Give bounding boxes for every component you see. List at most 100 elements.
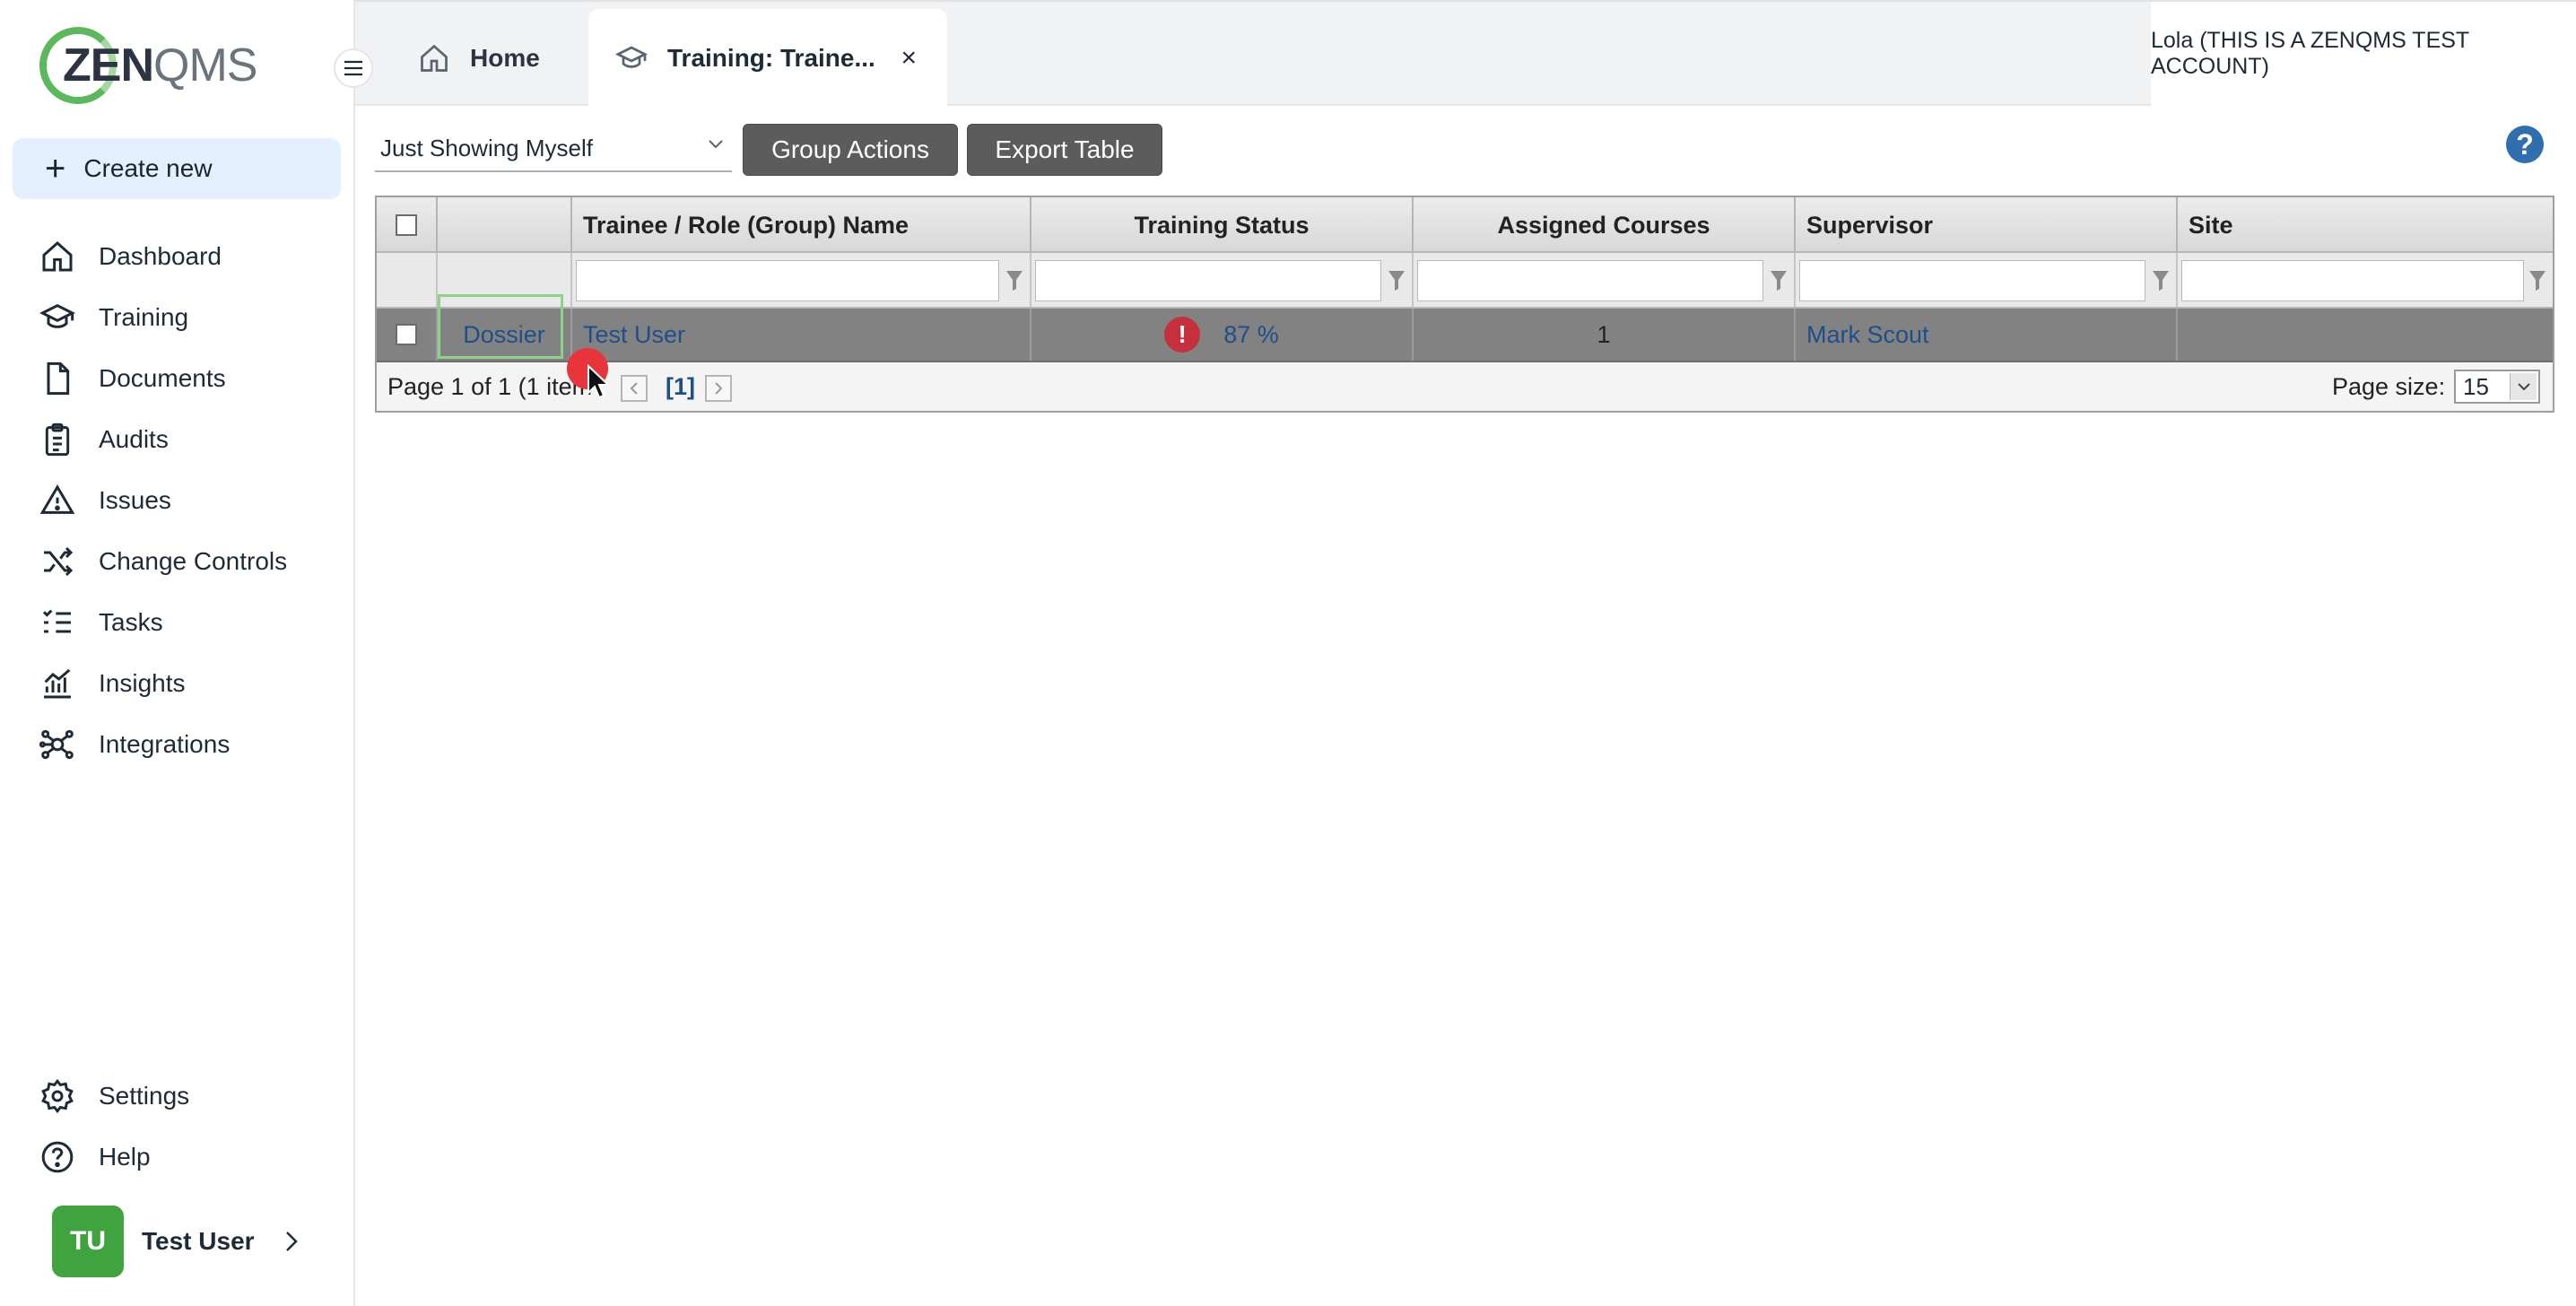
tab-home[interactable]: Home	[418, 9, 540, 108]
network-icon	[39, 729, 74, 760]
table-row[interactable]: Dossier Test User ! 87 % 1 Mark Scout	[377, 309, 2553, 362]
trainee-name-link[interactable]: Test User	[583, 321, 685, 349]
account-label[interactable]: Lola (THIS IS A ZENQMS TEST ACCOUNT)	[2151, 2, 2576, 106]
filter-cell-site	[2178, 253, 2553, 307]
sidebar-item-label: Audits	[99, 425, 169, 453]
sidebar-item-label: Documents	[99, 364, 226, 392]
plus-icon: +	[45, 149, 66, 188]
sidebar-item-integrations[interactable]: Integrations	[0, 714, 353, 775]
sidebar-item-change-controls[interactable]: Change Controls	[0, 531, 353, 592]
filter-icon[interactable]	[2528, 269, 2547, 292]
supervisor-cell: Mark Scout	[1796, 309, 2178, 361]
sidebar-item-issues[interactable]: Issues	[0, 470, 353, 531]
filter-icon[interactable]	[1769, 269, 1788, 292]
sidebar-bottom-nav: Settings Help	[0, 1066, 353, 1188]
filter-cell-assigned-courses	[1414, 253, 1796, 307]
user-menu[interactable]: TU Test User	[52, 1206, 300, 1277]
grid-filter-row	[377, 253, 2553, 309]
page-size-label: Page size:	[2332, 373, 2446, 400]
select-all-checkbox[interactable]	[396, 214, 417, 236]
trainee-filter-select[interactable]: Just Showing Myself	[375, 126, 732, 172]
create-new-button[interactable]: + Create new	[13, 138, 341, 199]
previous-page-button[interactable]	[621, 375, 648, 402]
filter-icon[interactable]	[1387, 269, 1406, 292]
column-header-name[interactable]: Trainee / Role (Group) Name	[572, 197, 1031, 253]
status-filter-input[interactable]	[1035, 260, 1381, 301]
tab-bar: Home Training: Traine... × Lola (THIS IS…	[355, 0, 2576, 108]
tab-training[interactable]: Training: Traine... ×	[588, 9, 947, 108]
document-icon	[47, 361, 70, 396]
row-checkbox[interactable]	[396, 324, 417, 345]
name-filter-input[interactable]	[576, 260, 999, 301]
filter-cell-empty	[377, 253, 438, 307]
sidebar: ZEN QMS + Create new Dashboard Training …	[0, 0, 355, 1306]
clipboard-icon	[45, 422, 70, 457]
graduation-cap-icon	[39, 303, 75, 328]
chart-icon	[44, 668, 71, 699]
chevron-right-icon	[715, 382, 723, 395]
help-icon[interactable]: ?	[2506, 126, 2544, 163]
hamburger-icon	[344, 60, 362, 76]
home-icon	[421, 44, 448, 72]
sidebar-item-training[interactable]: Training	[0, 287, 353, 348]
shuffle-icon	[44, 546, 74, 577]
filter-cell-supervisor	[1796, 253, 2178, 307]
tab-home-label: Home	[470, 44, 540, 72]
training-status-value[interactable]: 87 %	[1223, 321, 1279, 349]
sidebar-item-help[interactable]: Help	[0, 1127, 353, 1188]
sidebar-item-label: Issues	[99, 486, 171, 514]
sidebar-item-settings[interactable]: Settings	[0, 1066, 353, 1127]
sidebar-item-audits[interactable]: Audits	[0, 409, 353, 470]
current-page-link[interactable]: [1]	[666, 373, 695, 401]
logo-qms-text: QMS	[153, 39, 257, 91]
row-select-cell	[377, 309, 438, 361]
chevron-down-icon	[709, 140, 723, 149]
sidebar-item-label: Help	[99, 1143, 151, 1171]
sidebar-item-tasks[interactable]: Tasks	[0, 592, 353, 653]
group-actions-button[interactable]: Group Actions	[743, 124, 958, 176]
chevron-right-icon	[285, 1232, 298, 1251]
zenqms-logo[interactable]: ZEN QMS	[39, 25, 257, 106]
trainee-filter-value: Just Showing Myself	[380, 134, 593, 161]
page-size-select[interactable]: 15	[2454, 370, 2540, 404]
sidebar-collapse-button[interactable]	[334, 48, 373, 88]
filter-cell-status	[1031, 253, 1414, 307]
filter-icon[interactable]	[1005, 269, 1024, 292]
trainee-grid: Trainee / Role (Group) Name Training Sta…	[375, 196, 2554, 413]
dossier-highlight	[438, 294, 563, 359]
column-header-status[interactable]: Training Status	[1031, 197, 1414, 253]
sidebar-item-label: Tasks	[99, 608, 163, 636]
sidebar-item-label: Integrations	[99, 730, 231, 758]
column-header-supervisor[interactable]: Supervisor	[1796, 197, 2178, 253]
mouse-cursor-icon	[587, 364, 610, 399]
sidebar-item-dashboard[interactable]: Dashboard	[0, 226, 353, 287]
gear-icon	[41, 1078, 74, 1114]
avatar: TU	[52, 1206, 124, 1277]
sidebar-item-insights[interactable]: Insights	[0, 653, 353, 714]
grid-pager: Page 1 of 1 (1 item [1] Page size: 15	[377, 362, 2553, 411]
create-new-label: Create new	[83, 154, 213, 182]
graduation-cap-icon	[614, 46, 648, 68]
next-page-button[interactable]	[705, 375, 732, 402]
home-icon	[42, 240, 73, 272]
pager-summary: Page 1 of 1 (1 item	[387, 373, 593, 400]
assigned-courses-filter-input[interactable]	[1417, 260, 1763, 301]
question-icon	[41, 1141, 74, 1173]
close-icon[interactable]: ×	[901, 43, 917, 74]
sidebar-item-documents[interactable]: Documents	[0, 348, 353, 409]
export-table-button[interactable]: Export Table	[967, 124, 1162, 176]
status-cell: ! 87 %	[1031, 309, 1414, 361]
page-size-value: 15	[2463, 372, 2489, 400]
sidebar-item-label: Dashboard	[99, 242, 222, 270]
grid-header-row: Trainee / Role (Group) Name Training Sta…	[377, 197, 2553, 253]
column-header-site[interactable]: Site	[2178, 197, 2553, 253]
site-cell	[2178, 309, 2553, 361]
supervisor-filter-input[interactable]	[1799, 260, 2145, 301]
supervisor-link[interactable]: Mark Scout	[1806, 321, 1929, 349]
site-filter-input[interactable]	[2181, 260, 2524, 301]
column-header-assigned-courses[interactable]: Assigned Courses	[1414, 197, 1796, 253]
select-all-cell	[377, 197, 438, 253]
filter-icon[interactable]	[2151, 269, 2171, 292]
warning-icon	[39, 484, 75, 514]
action-column-header	[438, 197, 572, 253]
